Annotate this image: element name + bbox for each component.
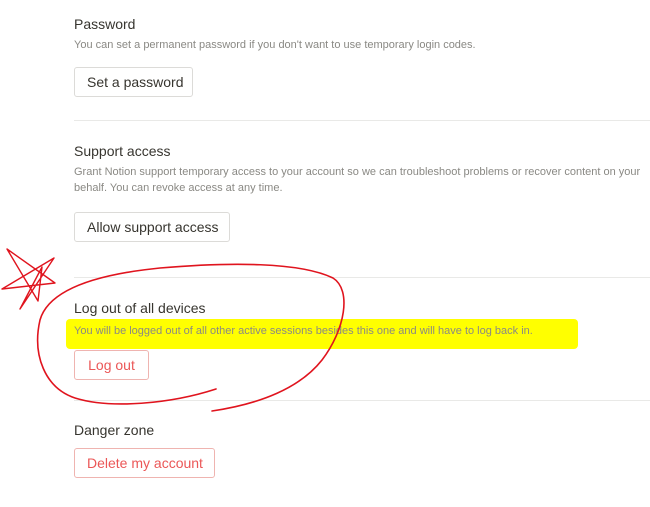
password-description: You can set a permanent password if you …: [74, 39, 476, 51]
danger-zone-section: Danger zone: [74, 422, 154, 438]
password-title: Password: [74, 16, 136, 32]
support-access-description-line2: behalf. You can revoke access at any tim…: [74, 182, 283, 194]
support-access-section: Support access Grant Notion support temp…: [74, 143, 640, 196]
star-annotation: [1, 248, 56, 310]
divider: [74, 120, 650, 121]
divider: [74, 277, 650, 278]
delete-account-button[interactable]: Delete my account: [74, 448, 215, 478]
support-access-description-line1: Grant Notion support temporary access to…: [74, 166, 641, 178]
logout-all-title: Log out of all devices: [74, 300, 206, 316]
logout-all-description: You will be logged out of all other acti…: [74, 325, 533, 337]
danger-zone-title: Danger zone: [74, 422, 155, 438]
log-out-button[interactable]: Log out: [74, 350, 149, 380]
password-section: Password You can set a permanent passwor…: [74, 16, 476, 53]
allow-support-access-button[interactable]: Allow support access: [74, 212, 230, 242]
set-password-button[interactable]: Set a password: [74, 67, 193, 97]
support-access-description: Grant Notion support temporary access to…: [74, 164, 640, 196]
logout-all-section: Log out of all devices You will be logge…: [74, 300, 533, 339]
support-access-title: Support access: [74, 143, 171, 159]
account-settings-page: Password You can set a permanent passwor…: [0, 0, 650, 507]
divider: [74, 400, 650, 401]
